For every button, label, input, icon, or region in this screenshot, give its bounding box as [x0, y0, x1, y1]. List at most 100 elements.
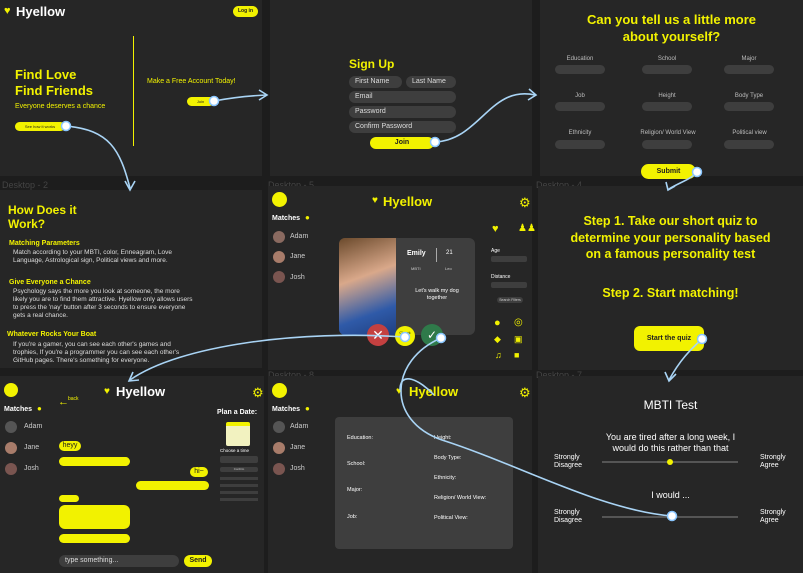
profile-avatar-icon[interactable]	[4, 383, 18, 397]
option-line[interactable]	[220, 491, 258, 494]
logo-icon: ♥	[4, 5, 11, 17]
distance-slider[interactable]	[491, 282, 527, 288]
match-avatar[interactable]	[273, 421, 285, 433]
chance-text3: to press the 'nay' button after 3 second…	[13, 304, 186, 311]
yay-button[interactable]: ✓	[421, 324, 443, 346]
message-input[interactable]: type something...	[59, 555, 179, 567]
hero-subtitle: Everyone deserves a chance	[15, 103, 106, 110]
calendar-icon[interactable]	[226, 422, 250, 446]
age-slider[interactable]	[491, 256, 527, 262]
political-label: Political view	[732, 130, 767, 136]
match-name[interactable]: Josh	[290, 465, 305, 472]
code-icon[interactable]: ▣	[514, 334, 523, 345]
option-line[interactable]	[220, 498, 258, 501]
check-later-button[interactable]: Check Later	[395, 326, 415, 346]
message-bubble: hi~	[190, 467, 208, 477]
education-field[interactable]	[555, 65, 605, 74]
settings-icon[interactable]: ⚙	[519, 195, 531, 211]
start-quiz-button[interactable]: Start the quiz	[634, 326, 704, 351]
q2-text: I would ...	[651, 490, 690, 500]
match-name[interactable]: Adam	[290, 233, 308, 240]
option-line[interactable]	[220, 484, 258, 487]
political-field[interactable]	[724, 140, 774, 149]
back-label[interactable]: back	[68, 396, 79, 402]
q2-slider-track[interactable]	[602, 514, 738, 520]
time-slider[interactable]	[220, 456, 258, 463]
settings-icon[interactable]: ⚙	[519, 385, 531, 401]
logo-icon: ♥	[104, 386, 110, 397]
q2-disagree-line1: Strongly	[554, 509, 580, 516]
match-name[interactable]: Josh	[290, 274, 305, 281]
email-field[interactable]: Email	[349, 91, 456, 103]
match-avatar[interactable]	[273, 463, 285, 475]
major-field[interactable]	[724, 65, 774, 74]
chat-bubble-icon: ●	[37, 404, 42, 413]
match-avatar[interactable]	[273, 231, 285, 243]
match-name[interactable]: Adam	[290, 423, 308, 430]
q1-slider-track[interactable]	[602, 459, 738, 465]
bio-line1: Let's walk my dog	[415, 288, 459, 294]
search-filters-button[interactable]: Search Filters	[497, 297, 523, 303]
message-text: heyy	[62, 442, 78, 449]
join-small-button[interactable]: Join	[187, 97, 214, 106]
confirm-password-field[interactable]: Confirm Password	[349, 121, 456, 133]
match-name[interactable]: Adam	[24, 423, 42, 430]
logo-icon: ♥	[372, 195, 378, 206]
desktop-how-it-works: How Does it Work? Matching Parameters Ma…	[0, 190, 262, 368]
join-button[interactable]: Join	[370, 137, 434, 149]
job-field[interactable]	[555, 102, 605, 111]
match-avatar[interactable]	[273, 442, 285, 454]
see-how-button[interactable]: See how it works	[15, 122, 65, 131]
match-avatar[interactable]	[5, 421, 17, 433]
q2-agree-line1: Strongly	[760, 509, 786, 516]
password-field[interactable]: Password	[349, 106, 456, 118]
globe-icon[interactable]: ◎	[514, 317, 523, 328]
match-avatar[interactable]	[5, 442, 17, 454]
settings-icon[interactable]: ⚙	[252, 385, 264, 401]
matches-title: Matches	[272, 215, 301, 222]
friends-filter-icon[interactable]: ♟♟	[518, 223, 536, 234]
submit-button[interactable]: Submit	[641, 164, 696, 179]
login-button[interactable]: Log in	[233, 6, 258, 17]
last-name-field[interactable]: Last Name	[406, 76, 456, 88]
mbti-label: MBTI	[411, 266, 421, 271]
match-avatar[interactable]	[273, 251, 285, 263]
school-label: School:	[347, 461, 366, 467]
q2-slider-thumb[interactable]	[667, 514, 673, 520]
match-name[interactable]: Jane	[290, 253, 305, 260]
chat-bubble-icon: ●	[305, 213, 310, 222]
nay-button[interactable]: ✕	[367, 324, 389, 346]
boat-text3: GitHub pages. There's something for ever…	[13, 357, 150, 364]
boat-title: Whatever Rocks Your Boat	[7, 331, 97, 338]
q1-slider-thumb[interactable]	[667, 459, 673, 465]
profile-age: 21	[446, 250, 453, 256]
distance-label: Distance	[491, 274, 511, 280]
film-icon[interactable]: ■	[514, 350, 519, 360]
job-label: Job	[575, 93, 585, 99]
option-line[interactable]	[220, 477, 258, 480]
match-avatar[interactable]	[5, 463, 17, 475]
heart-filter-icon[interactable]: ♥	[492, 223, 499, 235]
send-button[interactable]: Send	[184, 555, 212, 567]
match-avatar[interactable]	[273, 271, 285, 283]
school-field[interactable]	[642, 65, 692, 74]
ethnicity-field[interactable]	[555, 140, 605, 149]
religion-field[interactable]	[642, 140, 692, 149]
desktop-landing: ♥ Hyellow Log in Find Love Find Friends …	[0, 0, 262, 176]
basketball-icon[interactable]: ●	[494, 317, 501, 329]
first-name-field[interactable]: First Name	[349, 76, 402, 88]
match-name[interactable]: Josh	[24, 465, 39, 472]
music-icon[interactable]: ♫	[495, 350, 502, 360]
matching-params-text1: Match according to your MBTI, color, Enn…	[13, 249, 172, 256]
body-type-field[interactable]	[724, 102, 774, 111]
gamepad-icon[interactable]: ◆	[494, 334, 501, 345]
q2-agree-line2: Agree	[760, 517, 779, 524]
profile-avatar-icon[interactable]	[272, 192, 287, 207]
match-name[interactable]: Jane	[24, 444, 39, 451]
match-name[interactable]: Jane	[290, 444, 305, 451]
height-field[interactable]	[642, 102, 692, 111]
profile-avatar-icon[interactable]	[272, 383, 287, 398]
confirm-button[interactable]: Confirm	[220, 467, 258, 472]
mbti-title: MBTI Test	[643, 398, 698, 412]
step1-line1: Step 1. Take our short quiz to	[583, 214, 758, 228]
